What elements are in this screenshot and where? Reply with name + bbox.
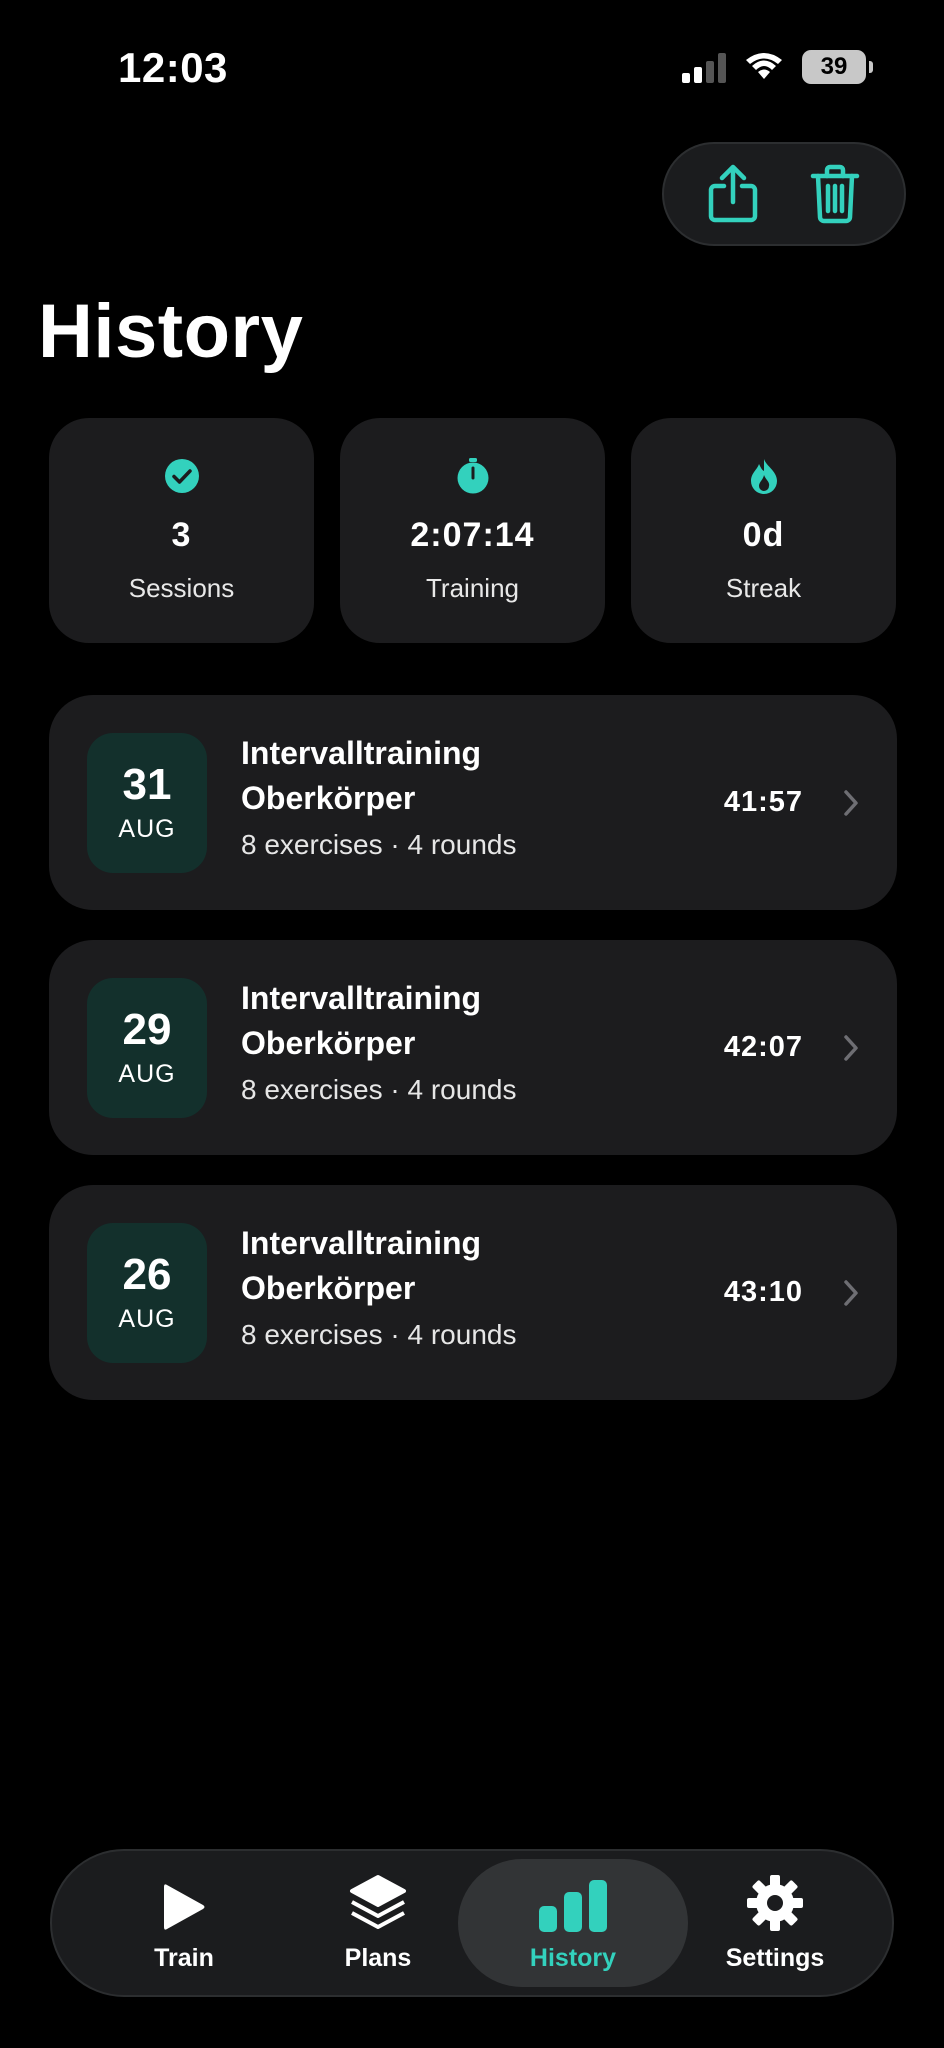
- battery-indicator: 39: [802, 50, 873, 84]
- stat-label: Streak: [725, 573, 802, 603]
- date-month: AUG: [118, 1059, 176, 1088]
- tab-label: Settings: [725, 1943, 825, 1972]
- tab-train[interactable]: Train: [94, 1859, 274, 1987]
- date-day: 29: [122, 1004, 172, 1054]
- tab-plans[interactable]: Plans: [288, 1859, 468, 1987]
- tab-bar: Train Plans History Settings: [50, 1849, 894, 1997]
- session-title-line1: Intervalltraining: [241, 1225, 482, 1261]
- page-title: History: [38, 289, 304, 374]
- stat-card-streak: 0d Streak: [631, 418, 896, 643]
- stat-card-training: 2:07:14 Training: [340, 418, 605, 643]
- session-duration: 41:57: [723, 786, 803, 818]
- date-day: 31: [122, 759, 172, 809]
- wifi-icon: [746, 53, 782, 79]
- tab-label: Train: [154, 1943, 214, 1972]
- chevron-right-icon: [843, 695, 859, 910]
- session-meta: 8 exercises · 4 rounds: [241, 829, 517, 860]
- stopwatch-icon: [457, 458, 488, 494]
- layers-icon: [348, 1874, 408, 1932]
- stat-label: Sessions: [128, 573, 235, 603]
- date-day: 26: [122, 1249, 172, 1299]
- date-month: AUG: [118, 814, 176, 843]
- tab-label: Plans: [344, 1943, 412, 1972]
- date-badge: 31 AUG: [87, 733, 207, 873]
- stats-row: 3 Sessions 2:07:14 Training 0d Streak: [49, 418, 897, 643]
- date-badge: 26 AUG: [87, 1223, 207, 1363]
- bar-chart-icon: [537, 1874, 609, 1932]
- share-button[interactable]: [698, 159, 768, 229]
- session-info: Intervalltraining Oberkörper 8 exercises…: [241, 731, 516, 861]
- session-meta: 8 exercises · 4 rounds: [241, 1319, 517, 1350]
- trash-icon: [810, 164, 860, 224]
- session-list: 31 AUG Intervalltraining Oberkörper 8 ex…: [49, 695, 897, 1400]
- stat-label: Training: [426, 573, 519, 603]
- session-duration: 43:10: [723, 1276, 803, 1308]
- session-title-line2: Oberkörper: [241, 1025, 416, 1061]
- play-icon: [161, 1874, 207, 1932]
- stat-value: 0d: [742, 516, 785, 554]
- session-card[interactable]: 29 AUG Intervalltraining Oberkörper 8 ex…: [49, 940, 897, 1155]
- status-icons: 39: [682, 50, 873, 84]
- delete-button[interactable]: [800, 159, 870, 229]
- tab-label: History: [529, 1943, 617, 1972]
- session-card[interactable]: 26 AUG Intervalltraining Oberkörper 8 ex…: [49, 1185, 897, 1400]
- cellular-signal-icon: [682, 51, 726, 83]
- tab-settings[interactable]: Settings: [680, 1859, 870, 1987]
- stat-value: 2:07:14: [410, 516, 535, 554]
- session-info: Intervalltraining Oberkörper 8 exercises…: [241, 1221, 516, 1351]
- session-title-line1: Intervalltraining: [241, 980, 482, 1016]
- tab-history[interactable]: History: [458, 1859, 688, 1987]
- stat-card-sessions: 3 Sessions: [49, 418, 314, 643]
- checkmark-circle-icon: [164, 459, 199, 493]
- share-icon: [708, 164, 758, 223]
- session-title-line2: Oberkörper: [241, 1270, 416, 1306]
- session-title-line2: Oberkörper: [241, 780, 416, 816]
- session-info: Intervalltraining Oberkörper 8 exercises…: [241, 976, 516, 1106]
- stat-value: 3: [171, 516, 192, 554]
- date-badge: 29 AUG: [87, 978, 207, 1118]
- session-card[interactable]: 31 AUG Intervalltraining Oberkörper 8 ex…: [49, 695, 897, 910]
- session-duration: 42:07: [723, 1031, 803, 1063]
- header-actions: [662, 142, 906, 246]
- gear-icon: [746, 1874, 804, 1932]
- chevron-right-icon: [843, 1185, 859, 1400]
- session-title-line1: Intervalltraining: [241, 735, 482, 771]
- status-time: 12:03: [118, 44, 228, 91]
- session-meta: 8 exercises · 4 rounds: [241, 1074, 517, 1105]
- flame-icon: [750, 459, 777, 494]
- chevron-right-icon: [843, 940, 859, 1155]
- date-month: AUG: [118, 1304, 176, 1333]
